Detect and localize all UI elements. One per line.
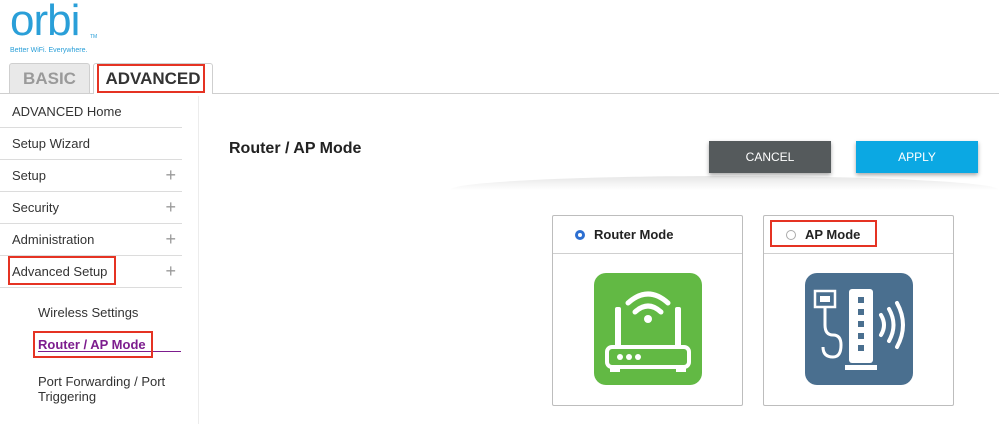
page-title: Router / AP Mode (229, 140, 362, 157)
orbi-logo: orbi TM Better WiFi. Everywhere. (10, 0, 120, 60)
expand-plus-icon[interactable]: + (165, 262, 176, 280)
expand-plus-icon[interactable]: + (165, 198, 176, 216)
expand-plus-icon[interactable]: + (165, 166, 176, 184)
tab-basic[interactable]: BASIC (9, 63, 90, 93)
router-mode-radio[interactable] (575, 229, 585, 240)
sidebar-item-setup[interactable]: Setup + (0, 160, 182, 192)
router-mode-header[interactable]: Router Mode (553, 216, 742, 254)
header-divider-shadow (450, 176, 999, 190)
sidebar-item-label: Setup Wizard (12, 136, 91, 151)
top-tabs: BASIC ADVANCED (0, 61, 999, 94)
expand-plus-icon[interactable]: + (165, 230, 176, 248)
sidebar-subitem-router-ap-mode[interactable]: Router / AP Mode (38, 337, 146, 352)
access-point-icon (805, 273, 913, 385)
ap-mode-radio[interactable] (786, 229, 796, 240)
ap-mode-label: AP Mode (805, 227, 861, 242)
sidebar-subitem-wireless-settings[interactable]: Wireless Settings (38, 305, 138, 320)
sidebar-item-label: Advanced Setup (12, 264, 108, 279)
apply-button[interactable]: APPLY (856, 141, 978, 173)
logo-trademark: TM (90, 34, 98, 40)
sidebar-item-label: Security (12, 200, 59, 215)
ap-mode-header[interactable]: AP Mode (764, 216, 953, 254)
tab-advanced[interactable]: ADVANCED (93, 63, 213, 94)
cancel-button[interactable]: CANCEL (709, 141, 831, 173)
active-underline (38, 351, 181, 352)
logo-tagline: Better WiFi. Everywhere. (10, 47, 88, 54)
sidebar-item-advanced-setup[interactable]: Advanced Setup + (0, 256, 182, 288)
sidebar-item-label: ADVANCED Home (12, 104, 122, 119)
sidebar-item-security[interactable]: Security + (0, 192, 182, 224)
router-icon (594, 273, 702, 385)
sidebar-item-label: Administration (12, 232, 95, 247)
sidebar-item-setup-wizard[interactable]: Setup Wizard (0, 128, 182, 160)
router-mode-label: Router Mode (594, 227, 674, 242)
logo-text: orbi (10, 0, 80, 45)
sidebar-subitem-port-forwarding[interactable]: Port Forwarding / Port Triggering (38, 374, 178, 404)
router-mode-card[interactable]: Router Mode (552, 215, 743, 406)
sidebar-item-label: Setup (12, 168, 46, 183)
ap-mode-card[interactable]: AP Mode (763, 215, 954, 406)
sidebar-item-administration[interactable]: Administration + (0, 224, 182, 256)
sidebar-item-advanced-home[interactable]: ADVANCED Home (0, 96, 182, 128)
